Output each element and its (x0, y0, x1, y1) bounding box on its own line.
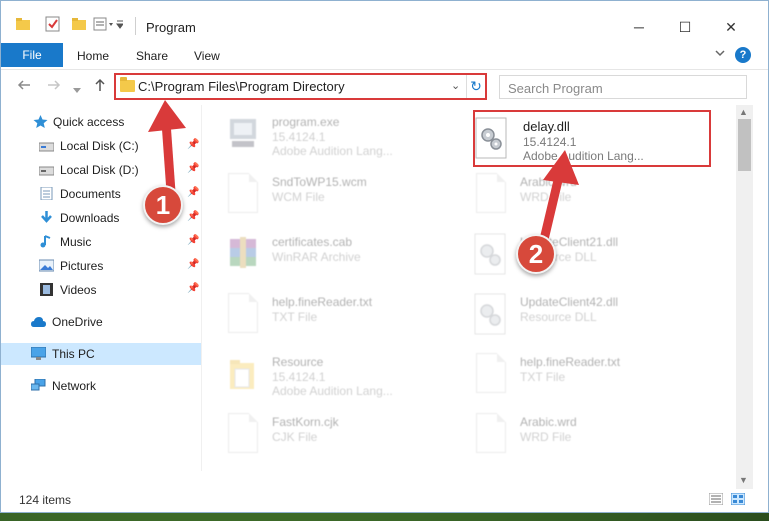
step-1-badge: 1 (143, 185, 183, 225)
arrow-2-head (543, 150, 579, 185)
step-2-badge: 2 (516, 234, 556, 274)
arrow-1-head (148, 100, 186, 132)
annotation-arrows (148, 100, 579, 250)
